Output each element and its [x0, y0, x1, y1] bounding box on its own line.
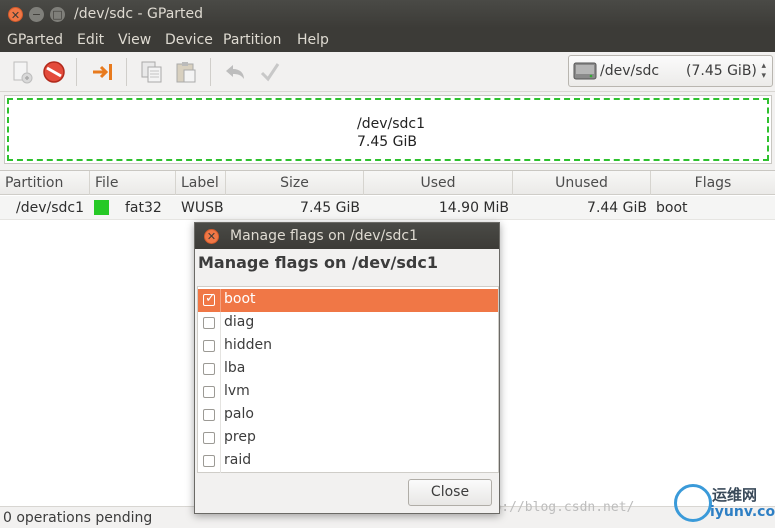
dialog-title: Manage flags on /dev/sdc1 [230, 228, 418, 244]
column-size[interactable]: Size [226, 171, 364, 195]
flag-item-hidden[interactable]: hidden [198, 335, 498, 358]
disk-map: /dev/sdc1 7.45 GiB [4, 95, 772, 164]
flag-checkbox[interactable] [203, 432, 215, 444]
column-divider [220, 450, 221, 473]
menu-view[interactable]: View [118, 32, 151, 48]
column-divider [220, 381, 221, 404]
cell-partition: /dev/sdc1 [16, 200, 85, 216]
flag-label: boot [224, 291, 256, 307]
table-header: Partition File System Label Size Used Un… [0, 171, 775, 215]
column-filesystem[interactable]: File System [90, 171, 176, 215]
column-divider [220, 289, 221, 312]
apply-icon[interactable] [257, 59, 283, 85]
harddisk-icon [573, 60, 597, 82]
flag-checkbox[interactable]: ✓ [203, 291, 216, 306]
flag-checkbox[interactable] [203, 340, 215, 352]
column-label[interactable]: Label [176, 171, 226, 195]
flag-label: prep [224, 429, 256, 445]
flag-checkbox[interactable] [203, 386, 215, 398]
checkmark-icon: ✓ [205, 291, 216, 306]
flag-checkbox[interactable] [203, 317, 215, 329]
flag-label: raid [224, 452, 252, 468]
column-divider [220, 335, 221, 358]
copy-icon[interactable] [139, 59, 165, 85]
watermark-brand-en: iyunv.com [710, 504, 775, 520]
flag-item-prep[interactable]: prep [198, 427, 498, 450]
menu-partition[interactable]: Partition [223, 32, 281, 48]
partition-block-name: /dev/sdc1 [357, 116, 426, 132]
toolbar-separator [76, 58, 77, 86]
new-partition-icon[interactable] [8, 59, 34, 85]
flag-item-raid[interactable]: raid [198, 450, 498, 473]
column-used[interactable]: Used [364, 171, 513, 195]
close-button[interactable]: Close [408, 479, 492, 506]
flag-label: palo [224, 406, 254, 422]
toolbar-separator [126, 58, 127, 86]
menu-device[interactable]: Device [165, 32, 213, 48]
column-divider [220, 358, 221, 381]
flag-item-palo[interactable]: palo [198, 404, 498, 427]
window-maximize-icon[interactable]: □ [50, 7, 65, 22]
undo-icon[interactable] [222, 59, 248, 85]
column-divider [220, 404, 221, 427]
watermark-logo: 运维网 iyunv.com [672, 482, 775, 526]
flag-item-diag[interactable]: diag [198, 312, 498, 335]
window-close-icon[interactable]: ✕ [8, 7, 23, 22]
toolbar-separator [210, 58, 211, 86]
device-selector[interactable]: /dev/sdc (7.45 GiB) ▴ ▾ [568, 55, 773, 87]
flag-checkbox[interactable] [203, 409, 215, 421]
menu-help[interactable]: Help [297, 32, 329, 48]
column-unused[interactable]: Unused [513, 171, 651, 195]
cell-unused: 7.44 GiB [587, 200, 647, 216]
dialog-close-icon[interactable]: ✕ [204, 229, 219, 244]
delete-icon[interactable] [41, 59, 67, 85]
title-bar: ✕ − □ /dev/sdc - GParted [0, 0, 775, 28]
dialog-heading: Manage flags on /dev/sdc1 [198, 253, 438, 272]
resize-move-icon[interactable] [90, 59, 116, 85]
flag-item-lvm[interactable]: lvm [198, 381, 498, 404]
flag-label: hidden [224, 337, 273, 353]
manage-flags-dialog: ✕ Manage flags on /dev/sdc1 Manage flags… [194, 222, 500, 514]
menu-edit[interactable]: Edit [77, 32, 104, 48]
dialog-title-bar: ✕ Manage flags on /dev/sdc1 [195, 223, 499, 249]
menu-gparted[interactable]: GParted [7, 32, 63, 48]
cell-flags: boot [656, 200, 688, 216]
flag-checkbox[interactable] [203, 455, 215, 467]
spinner-arrows-icon: ▴ ▾ [761, 61, 766, 81]
filesystem-color-swatch [94, 200, 109, 215]
device-size: (7.45 GiB) [686, 63, 757, 79]
column-flags[interactable]: Flags [651, 171, 775, 195]
column-divider [220, 312, 221, 335]
watermark-logo-icon [674, 484, 712, 522]
flag-label: lba [224, 360, 246, 376]
watermark-brand-cn: 运维网 [712, 486, 758, 504]
column-partition[interactable]: Partition [0, 171, 90, 195]
window-minimize-icon[interactable]: − [29, 7, 44, 22]
cell-used: 14.90 MiB [438, 200, 509, 216]
menu-bar: GParted Edit View Device Partition Help [0, 28, 775, 52]
cell-size: 7.45 GiB [300, 200, 360, 216]
flag-item-boot[interactable]: ✓ boot [198, 289, 498, 312]
table-row[interactable]: /dev/sdc1 fat32 WUSB 7.45 GiB 14.90 MiB … [0, 196, 775, 220]
flag-list: ✓ boot diag hidden lba lvm palo prep rai… [197, 286, 499, 473]
flag-item-lba[interactable]: lba [198, 358, 498, 381]
status-text: 0 operations pending [3, 510, 153, 526]
cell-label: WUSB [181, 200, 224, 216]
flag-label: lvm [224, 383, 250, 399]
paste-icon[interactable] [173, 59, 199, 85]
cell-filesystem: fat32 [125, 200, 162, 216]
column-divider [220, 427, 221, 450]
partition-block[interactable]: /dev/sdc1 7.45 GiB [7, 98, 769, 161]
window-title: /dev/sdc - GParted [74, 6, 204, 22]
flag-label: diag [224, 314, 255, 330]
flag-checkbox[interactable] [203, 363, 215, 375]
device-name: /dev/sdc [600, 63, 660, 79]
partition-block-size: 7.45 GiB [357, 134, 417, 150]
